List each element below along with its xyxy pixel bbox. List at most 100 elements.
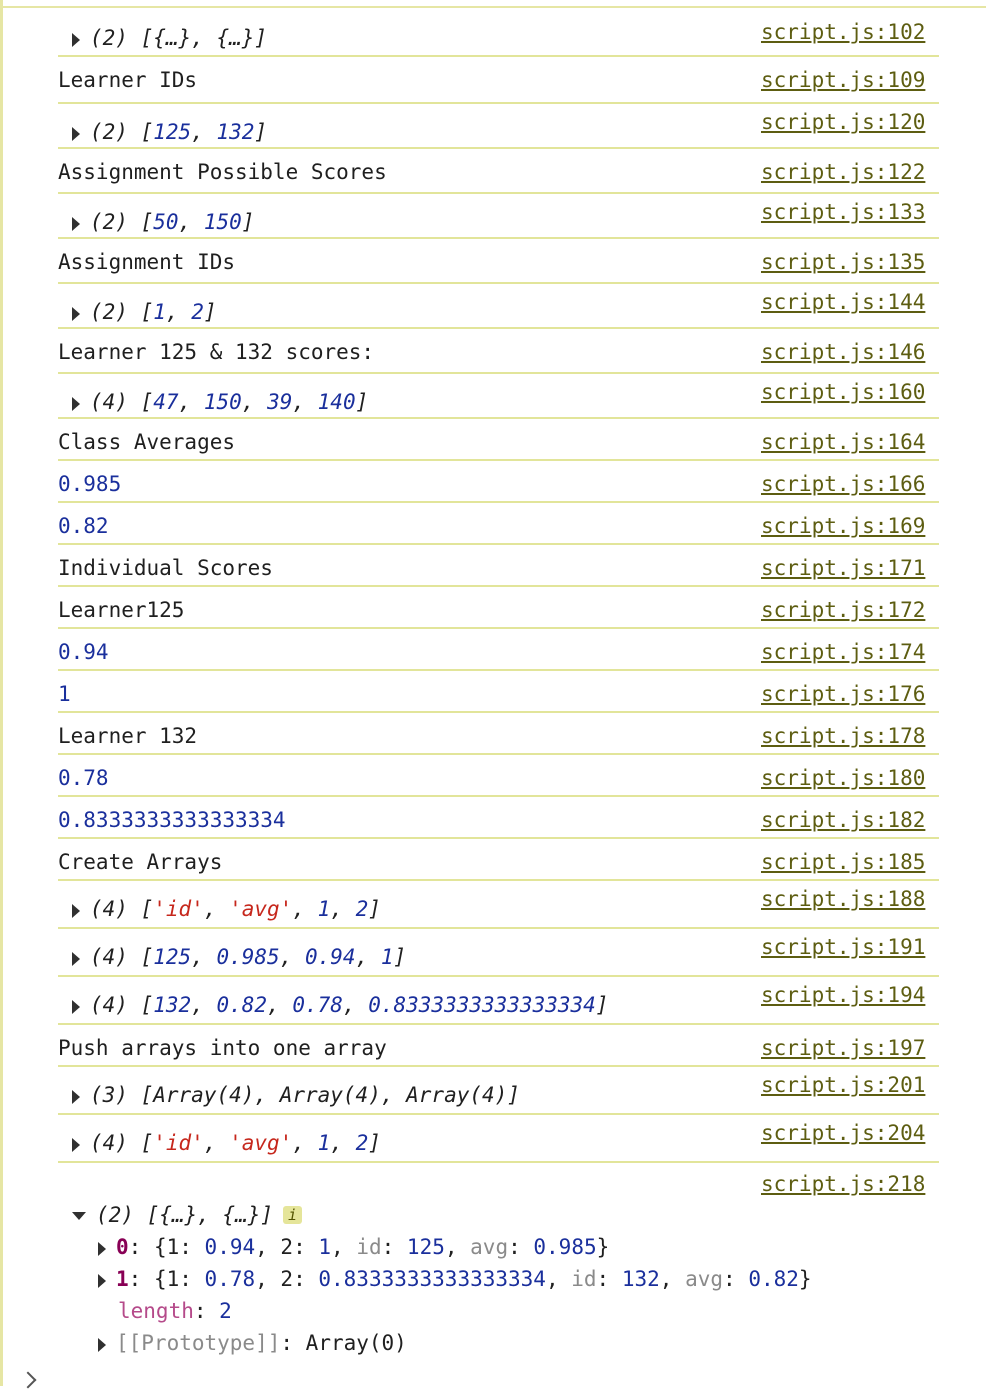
info-icon[interactable]: i [283, 1206, 303, 1224]
length-value: 2 [219, 1299, 232, 1323]
expand-triangle-icon[interactable] [98, 1338, 106, 1352]
log-row[interactable]: (2) [{…}, {…}] script.js:102 [58, 0, 939, 57]
log-row[interactable]: (4) [47, 150, 39, 140] script.js:160 [58, 374, 939, 419]
expand-triangle-icon[interactable] [72, 952, 80, 966]
source-link[interactable]: script.js:144 [761, 288, 925, 316]
expand-triangle-icon[interactable] [72, 33, 80, 47]
expand-triangle-icon[interactable] [72, 127, 80, 141]
source-link[interactable]: script.js:194 [761, 981, 925, 1009]
source-link[interactable]: script.js:174 [761, 638, 925, 666]
expanded-array-header[interactable]: (2) [{…}, {…}] i [72, 1201, 303, 1229]
array-count: (4) [90, 1131, 141, 1155]
expand-triangle-icon[interactable] [72, 1090, 80, 1104]
source-link[interactable]: script.js:102 [761, 18, 925, 46]
prop-value: 0.8333333333333334 [318, 1267, 546, 1291]
array-item: 132 [153, 993, 192, 1017]
array-count: (2) [90, 210, 141, 234]
source-link[interactable]: script.js:204 [761, 1119, 925, 1147]
source-link[interactable]: script.js:171 [761, 554, 925, 582]
log-row: Learner IDs script.js:109 [58, 57, 939, 104]
array-preview[interactable]: (2) [{…}, {…}] [72, 24, 267, 52]
array-entry[interactable]: 0: {1: 0.94, 2: 1, id: 125, avg: 0.985} [98, 1233, 609, 1261]
source-link[interactable]: script.js:178 [761, 722, 925, 750]
prop-value: 0.94 [204, 1235, 256, 1259]
log-row: Individual Scores script.js:171 [58, 545, 939, 587]
source-link[interactable]: script.js:218 [761, 1170, 925, 1198]
log-row[interactable]: (2) [50, 150] script.js:133 [58, 194, 939, 239]
prop-value: 125 [406, 1235, 445, 1259]
array-item: 140 [317, 390, 356, 414]
source-link[interactable]: script.js:169 [761, 512, 925, 540]
array-item: 1 [317, 897, 331, 921]
expand-triangle-icon[interactable] [72, 1138, 80, 1152]
array-entry[interactable]: 1: {1: 0.78, 2: 0.8333333333333334, id: … [98, 1265, 812, 1293]
source-link[interactable]: script.js:197 [761, 1034, 925, 1062]
array-preview[interactable]: (4) [125, 0.985, 0.94, 1] [72, 943, 406, 971]
source-link[interactable]: script.js:180 [761, 764, 925, 792]
prop-key: 1 [166, 1235, 180, 1259]
prop-key: 2 [280, 1235, 294, 1259]
log-text: Assignment IDs [58, 250, 236, 274]
array-preview[interactable]: (2) [1, 2] [72, 298, 217, 326]
source-link[interactable]: script.js:166 [761, 470, 925, 498]
array-count: (3) [90, 1083, 141, 1107]
log-row: Learner125 script.js:172 [58, 587, 939, 629]
source-link[interactable]: script.js:172 [761, 596, 925, 624]
log-row: 1 script.js:176 [58, 671, 939, 713]
expand-triangle-icon[interactable] [72, 307, 80, 321]
source-link[interactable]: script.js:191 [761, 933, 925, 961]
array-preview[interactable]: (4) ['id', 'avg', 1, 2] [72, 895, 381, 923]
array-preview[interactable]: (2) [50, 150] [72, 208, 254, 236]
source-link[interactable]: script.js:164 [761, 428, 925, 456]
source-link[interactable]: script.js:185 [761, 848, 925, 876]
log-row: Class Averages script.js:164 [58, 419, 939, 461]
source-link[interactable]: script.js:146 [761, 338, 925, 366]
source-link[interactable]: script.js:182 [761, 806, 925, 834]
expand-triangle-icon[interactable] [98, 1274, 106, 1288]
expand-triangle-icon[interactable] [72, 1000, 80, 1014]
array-item: 1 [153, 300, 166, 324]
expand-triangle-icon[interactable] [72, 904, 80, 918]
log-row: Create Arrays script.js:185 [58, 839, 939, 881]
source-link[interactable]: script.js:133 [761, 198, 925, 226]
source-link[interactable]: script.js:201 [761, 1071, 925, 1099]
array-item: 'id' [153, 1131, 204, 1155]
array-item: 0.985 [216, 945, 280, 969]
log-text: Learner125 [58, 598, 185, 622]
source-link[interactable]: script.js:120 [761, 108, 925, 136]
array-preview[interactable]: (4) [132, 0.82, 0.78, 0.8333333333333334… [72, 991, 608, 1019]
log-row[interactable]: (4) [125, 0.985, 0.94, 1] script.js:191 [58, 929, 939, 977]
expand-triangle-icon[interactable] [72, 217, 80, 231]
array-preview[interactable]: (2) [125, 132] [72, 118, 267, 146]
prop-key: 2 [280, 1267, 294, 1291]
log-number: 0.8333333333333334 [58, 808, 286, 832]
array-item: 47 [153, 390, 179, 414]
log-row[interactable]: (4) [132, 0.82, 0.78, 0.8333333333333334… [58, 977, 939, 1025]
source-link[interactable]: script.js:122 [761, 158, 925, 186]
log-row[interactable]: (4) ['id', 'avg', 1, 2] script.js:188 [58, 881, 939, 929]
expand-triangle-icon[interactable] [98, 1242, 106, 1256]
source-link[interactable]: script.js:188 [761, 885, 925, 913]
source-link[interactable]: script.js:109 [761, 66, 925, 94]
array-preview[interactable]: (3) [Array(4), Array(4), Array(4)] [72, 1081, 520, 1109]
expand-triangle-icon[interactable] [72, 397, 80, 411]
array-item: 150 [203, 390, 242, 414]
array-preview[interactable]: (4) [47, 150, 39, 140] [72, 388, 368, 416]
prop-value: 0.985 [533, 1235, 597, 1259]
prototype-key: [[Prototype]] [116, 1331, 281, 1355]
source-link[interactable]: script.js:160 [761, 378, 925, 406]
log-row[interactable]: (2) [1, 2] script.js:144 [58, 284, 939, 329]
log-number: 0.94 [58, 640, 109, 664]
source-link[interactable]: script.js:176 [761, 680, 925, 708]
array-preview[interactable]: (4) ['id', 'avg', 1, 2] [72, 1129, 381, 1157]
collapse-triangle-icon[interactable] [72, 1212, 86, 1220]
array-item: {…} [153, 26, 192, 50]
log-number: 0.985 [58, 472, 122, 496]
log-row[interactable]: (2) [125, 132] script.js:120 [58, 104, 939, 149]
log-row[interactable]: (3) [Array(4), Array(4), Array(4)] script… [58, 1067, 939, 1115]
prototype-property[interactable]: [[Prototype]]: Array(0) [98, 1329, 407, 1357]
array-item: 'id' [153, 897, 204, 921]
source-link[interactable]: script.js:135 [761, 248, 925, 276]
log-row[interactable]: (4) ['id', 'avg', 1, 2] script.js:204 [58, 1115, 939, 1163]
log-row: Learner 132 script.js:178 [58, 713, 939, 755]
